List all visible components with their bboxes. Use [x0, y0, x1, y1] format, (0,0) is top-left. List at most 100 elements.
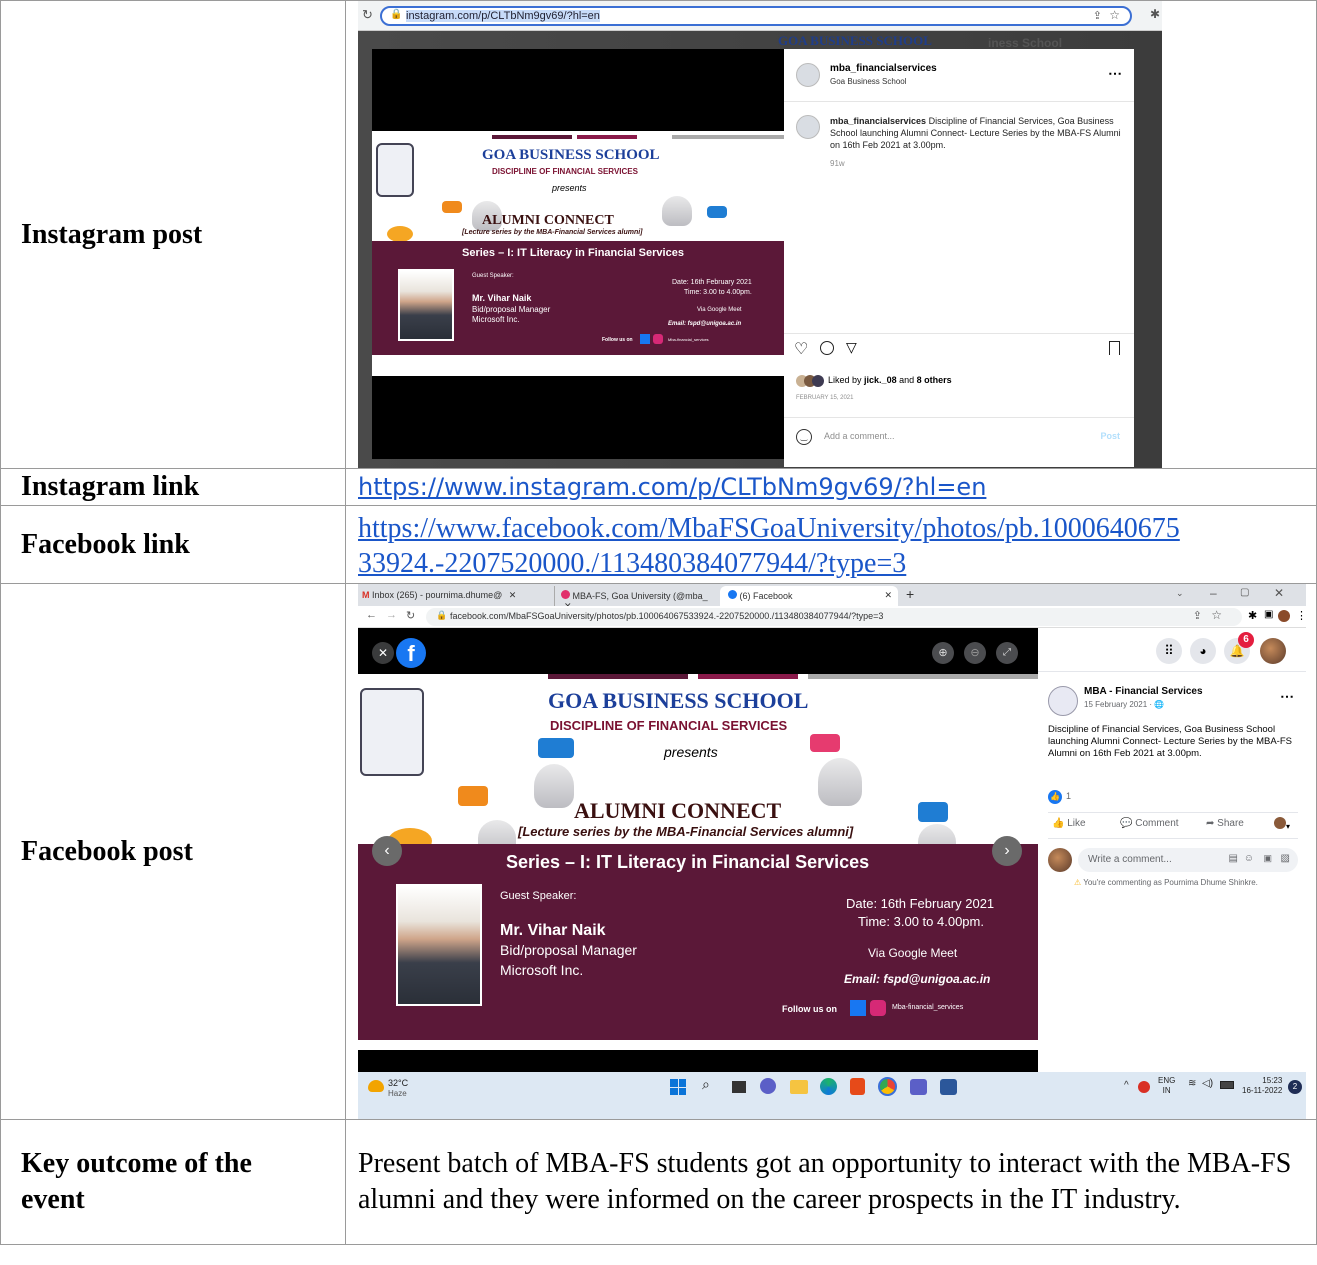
tab-instagram[interactable]: MBA-FS, Goa University (@mba_ ✕ — [554, 586, 720, 611]
gif-icon[interactable]: ▣ — [1263, 853, 1272, 864]
ig-event-time: Time: 3.00 to 4.00pm. — [684, 289, 752, 296]
tray-app-icon[interactable] — [1138, 1081, 1150, 1093]
fb-comment-input[interactable]: Write a comment... ▤ ☺ ▣ ▧ — [1078, 848, 1298, 872]
close-viewer-icon[interactable]: ✕ — [372, 642, 394, 664]
fb-poster-discipline: DISCIPLINE OF FINANCIAL SERVICES — [550, 718, 788, 733]
volume-icon[interactable]: ◁) — [1202, 1078, 1213, 1089]
fb-page-name[interactable]: MBA - Financial Services — [1084, 686, 1203, 697]
minimize-icon[interactable]: – — [1210, 586, 1217, 600]
fb-comment-button[interactable]: 💬 Comment — [1120, 818, 1179, 829]
office-icon[interactable] — [850, 1078, 865, 1095]
fb-reaction-count[interactable]: 1 — [1066, 791, 1071, 801]
ig-comment-input[interactable]: Add a comment... — [824, 431, 895, 441]
save-icon[interactable] — [1109, 341, 1120, 355]
share-icon[interactable]: ⇪ — [1193, 609, 1202, 622]
prev-photo-icon[interactable]: ‹ — [372, 836, 402, 866]
close-tab-icon[interactable]: ✕ — [509, 590, 517, 600]
emoji-icon[interactable]: ‿ — [796, 429, 812, 445]
weather-temp[interactable]: 32°C — [388, 1078, 408, 1088]
heart-icon[interactable]: ♡ — [794, 339, 808, 359]
weather-icon — [368, 1080, 384, 1092]
row-instagram-post: Instagram post ↻ 🔒 instagram.com/p/CLTbN… — [0, 0, 1317, 469]
sticker-icon[interactable]: ▤ — [1229, 853, 1238, 864]
share-icon[interactable]: ⇪ — [1093, 9, 1102, 22]
liked-others-link[interactable]: 8 others — [917, 375, 952, 385]
reload-icon[interactable]: ↻ — [362, 7, 373, 23]
language-indicator[interactable]: ENG IN — [1158, 1076, 1175, 1096]
comment-icon[interactable] — [820, 341, 834, 355]
wifi-icon[interactable]: ≋ — [1188, 1078, 1196, 1089]
audience-selector[interactable]: ▾ — [1274, 816, 1296, 831]
ig-side-panel: mba_financialservices Goa Business Schoo… — [784, 49, 1134, 467]
new-tab-icon[interactable]: + — [906, 586, 914, 602]
maximize-icon[interactable]: ▢ — [1240, 587, 1249, 598]
close-window-icon[interactable]: ✕ — [1274, 586, 1284, 600]
more-icon[interactable]: ⋯ — [1280, 688, 1294, 705]
photo-attach-icon[interactable]: ▧ — [1281, 853, 1290, 864]
word-icon[interactable] — [940, 1079, 957, 1095]
facebook-logo-icon[interactable]: f — [396, 638, 426, 668]
forward-icon[interactable]: → — [386, 609, 397, 621]
row-facebook-link: Facebook link https://www.facebook.com/M… — [0, 505, 1317, 584]
zoom-in-icon[interactable]: ⊕ — [932, 642, 954, 664]
page-avatar[interactable] — [1048, 686, 1078, 716]
extension-icon[interactable]: ✱ — [1150, 7, 1160, 21]
send-icon[interactable]: ▽ — [846, 339, 857, 356]
emoji-icon[interactable]: ☺ — [1244, 853, 1254, 864]
clock[interactable]: 15:23 16-11-2022 — [1242, 1076, 1282, 1096]
more-icon[interactable]: ⋯ — [1108, 65, 1122, 82]
task-view-icon[interactable] — [732, 1081, 746, 1093]
menu-icon[interactable]: ⋮ — [1296, 609, 1306, 622]
teams-icon[interactable] — [910, 1079, 927, 1095]
tray-chevron-icon[interactable]: ^ — [1124, 1080, 1129, 1091]
ig-post-button[interactable]: Post — [1100, 431, 1120, 441]
star-icon[interactable]: ☆ — [1109, 8, 1120, 22]
next-photo-icon[interactable]: › — [992, 836, 1022, 866]
avatar[interactable] — [796, 63, 820, 87]
like-reaction-icon[interactable]: 👍 — [1048, 790, 1062, 804]
avatar[interactable] — [796, 115, 820, 139]
liked-user-link[interactable]: jick._08 — [864, 375, 897, 385]
back-icon[interactable]: ← — [366, 609, 377, 621]
facebook-icon — [728, 590, 737, 599]
ig-caption-user[interactable]: mba_financialservices — [830, 116, 926, 126]
apps-menu-icon[interactable]: ⠿ — [1156, 638, 1182, 664]
start-icon[interactable] — [670, 1079, 686, 1095]
key-outcome-text: Present batch of MBA-FS students got an … — [345, 1119, 1317, 1245]
zoom-out-icon[interactable]: ⊖ — [964, 642, 986, 664]
notification-center-badge[interactable]: 2 — [1288, 1080, 1302, 1094]
account-avatar[interactable] — [1260, 638, 1286, 664]
edge-icon[interactable] — [820, 1078, 837, 1095]
file-explorer-icon[interactable] — [790, 1080, 808, 1094]
chrome-icon[interactable] — [878, 1077, 897, 1096]
extension-icon[interactable]: ✱ — [1248, 609, 1257, 622]
profile-icon[interactable] — [1278, 610, 1290, 622]
search-icon[interactable]: ⌕ — [702, 1076, 710, 1093]
star-icon[interactable]: ☆ — [1211, 608, 1222, 622]
fb-address-bar[interactable]: 🔒 facebook.com/MbaFSGoaUniversity/photos… — [426, 608, 1242, 626]
fb-poster-band: Series – I: IT Literacy in Financial Ser… — [358, 844, 1038, 1040]
messenger-icon[interactable]: ◕ — [1190, 638, 1216, 664]
ig-username[interactable]: mba_financialservices — [830, 63, 937, 74]
fb-poster-event: ALUMNI CONNECT — [574, 798, 782, 823]
fb-poster-subtitle: [Lecture series by the MBA-Financial Ser… — [518, 824, 854, 839]
facebook-link-line2[interactable]: 33924.-2207520000./113480384077944/?type… — [358, 546, 906, 581]
tab-gmail[interactable]: M Inbox (265) - pournima.dhume@ ✕ — [358, 586, 554, 606]
ig-browser-bar: ↻ 🔒 instagram.com/p/CLTbNm9gv69/?hl=en ⇪… — [358, 1, 1162, 31]
battery-icon[interactable] — [1220, 1081, 1234, 1089]
facebook-logo-icon — [850, 1000, 866, 1016]
ig-location[interactable]: Goa Business School — [830, 77, 907, 86]
fb-like-button[interactable]: 👍 Like — [1052, 818, 1086, 829]
ig-event-via: Via Google Meet — [697, 307, 742, 313]
ig-address-bar[interactable]: 🔒 instagram.com/p/CLTbNm9gv69/?hl=en ⇪ ☆ — [380, 6, 1132, 26]
reload-icon[interactable]: ↻ — [406, 609, 415, 622]
close-tab-icon[interactable]: ✕ — [884, 590, 892, 601]
facebook-link-line1[interactable]: https://www.facebook.com/MbaFSGoaUnivers… — [358, 511, 1310, 546]
chat-icon[interactable] — [760, 1078, 776, 1094]
tab-facebook[interactable]: (6) Facebook ✕ — [720, 586, 898, 606]
fb-share-button[interactable]: ➦ Share — [1206, 818, 1244, 829]
instagram-link[interactable]: https://www.instagram.com/p/CLTbNm9gv69/… — [358, 473, 986, 501]
fullscreen-icon[interactable]: ⤢ — [996, 642, 1018, 664]
sidepanel-icon[interactable]: ▣ — [1264, 609, 1273, 620]
tab-search-icon[interactable]: ⌄ — [1176, 588, 1184, 599]
